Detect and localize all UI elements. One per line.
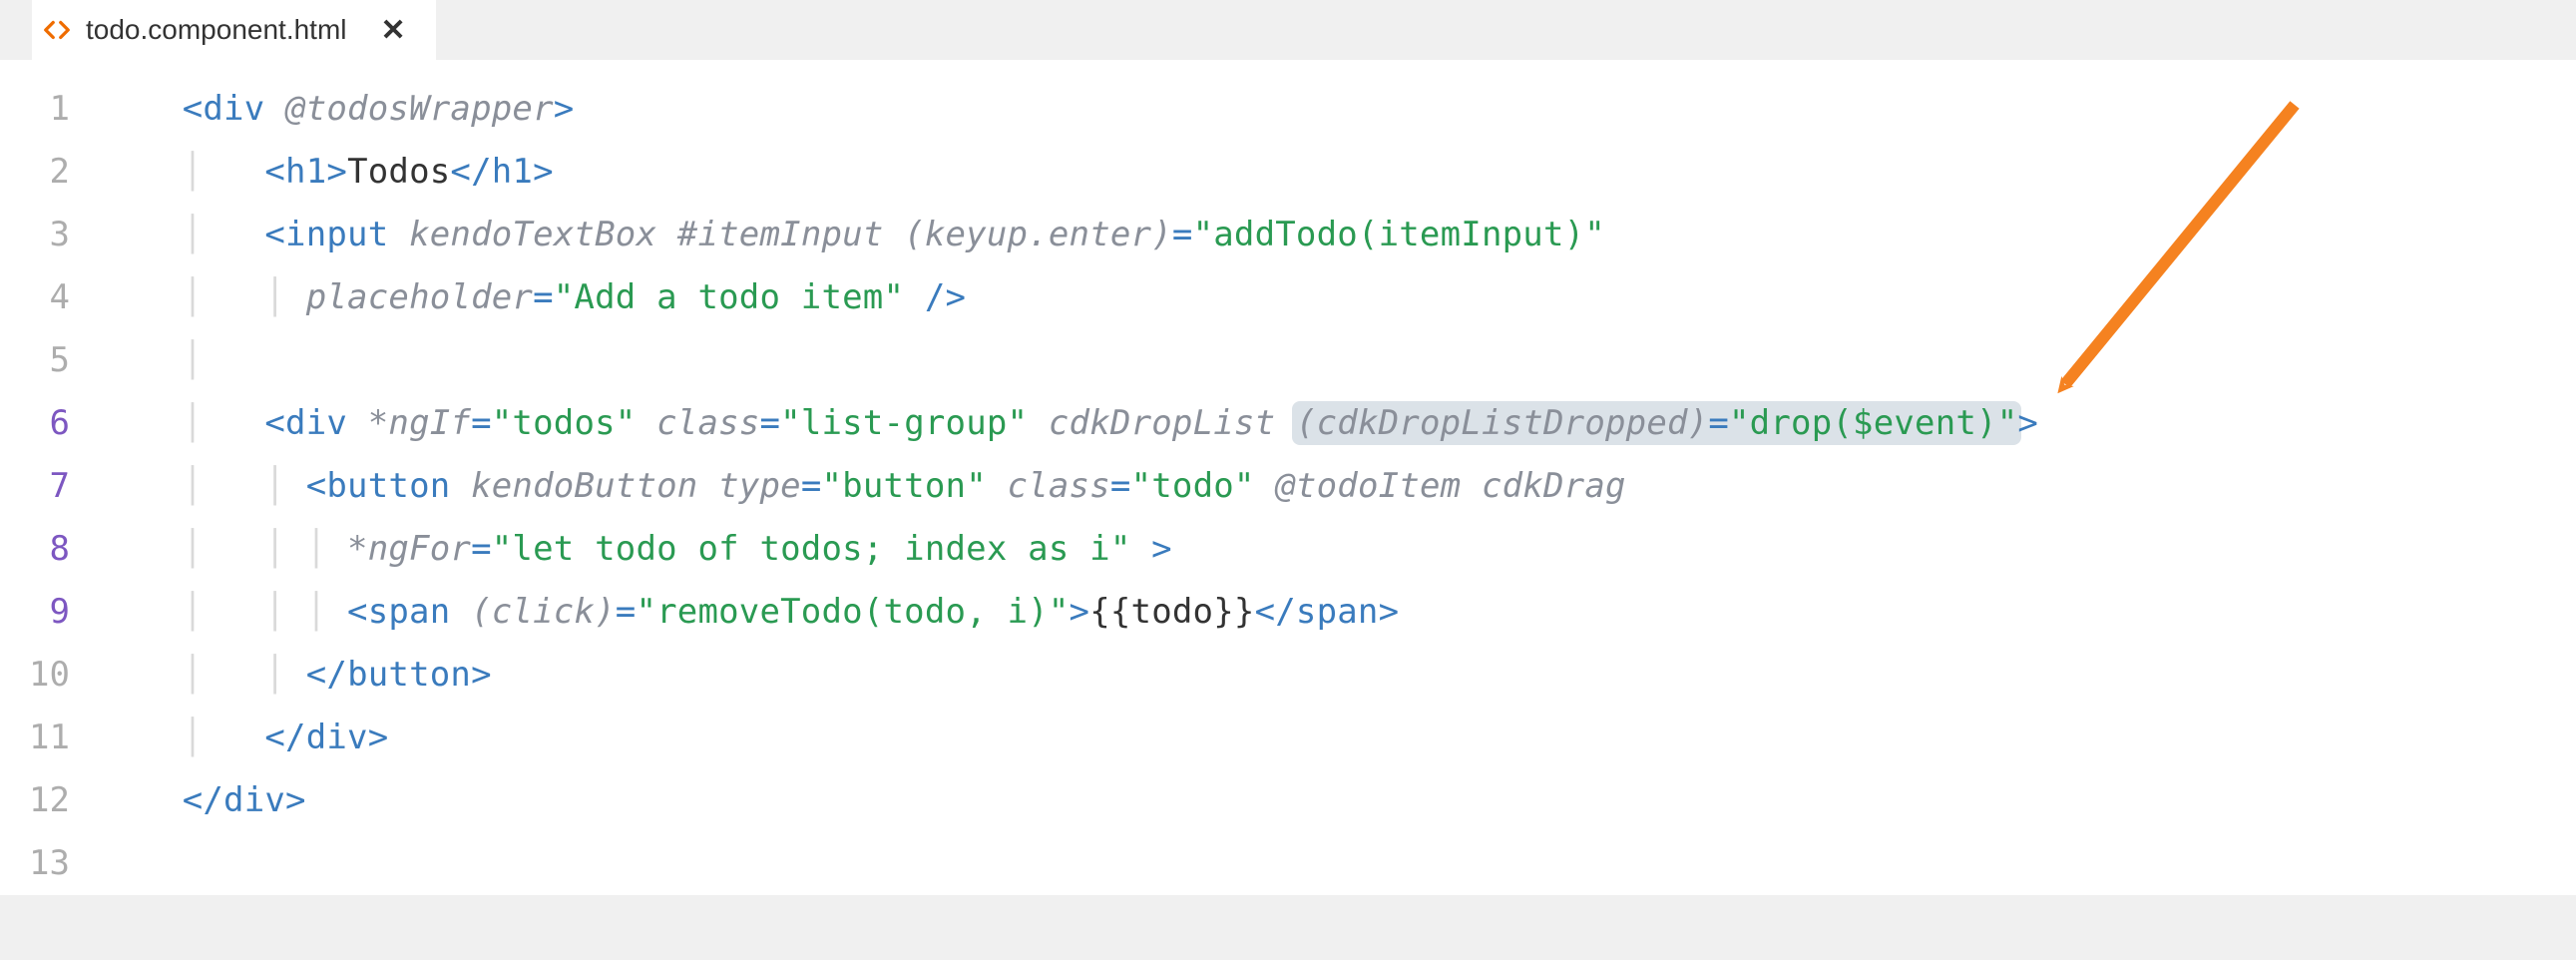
line-number: 7	[0, 455, 100, 518]
code-content: <div @todosWrapper>	[100, 78, 574, 141]
line-number: 12	[0, 769, 100, 832]
code-content: </div>	[100, 769, 306, 832]
code-editor[interactable]: 1 <div @todosWrapper> 2 │ <h1>Todos</h1>…	[0, 60, 2576, 895]
line-number: 2	[0, 141, 100, 204]
line-number: 5	[0, 329, 100, 392]
code-content: │	[100, 329, 203, 392]
file-tab[interactable]: todo.component.html ✕	[32, 0, 436, 60]
code-line: 11 │ </div>	[0, 707, 2576, 769]
code-content: │ <div *ngIf="todos" class="list-group" …	[100, 392, 2038, 455]
code-line: 12 </div>	[0, 769, 2576, 832]
code-line: 7 │ │ <button kendoButton type="button" …	[0, 455, 2576, 518]
line-number: 1	[0, 78, 100, 141]
code-content: │ │ </button>	[100, 644, 492, 707]
code-content: │ │ │ *ngFor="let todo of todos; index a…	[100, 518, 1172, 581]
code-content: │ <h1>Todos</h1>	[100, 141, 554, 204]
code-line: 9 │ │ │ <span (click)="removeTodo(todo, …	[0, 581, 2576, 644]
code-line: 10 │ │ </button>	[0, 644, 2576, 707]
tab-filename: todo.component.html	[86, 14, 347, 46]
code-content: │ │ │ <span (click)="removeTodo(todo, i)…	[100, 581, 1399, 644]
code-line: 4 │ │ placeholder="Add a todo item" />	[0, 266, 2576, 329]
code-line: 3 │ <input kendoTextBox #itemInput (keyu…	[0, 204, 2576, 266]
code-line: 5 │	[0, 329, 2576, 392]
code-content: │ │ <button kendoButton type="button" cl…	[100, 455, 1626, 518]
code-content: │ <input kendoTextBox #itemInput (keyup.…	[100, 204, 1605, 266]
code-line: 8 │ │ │ *ngFor="let todo of todos; index…	[0, 518, 2576, 581]
code-file-icon	[42, 15, 72, 45]
line-number: 10	[0, 644, 100, 707]
line-number: 13	[0, 832, 100, 895]
code-line: 13	[0, 832, 2576, 895]
line-number: 8	[0, 518, 100, 581]
code-line: 2 │ <h1>Todos</h1>	[0, 141, 2576, 204]
close-icon[interactable]: ✕	[381, 13, 406, 48]
line-number: 3	[0, 204, 100, 266]
line-number: 9	[0, 581, 100, 644]
code-line: 6 │ <div *ngIf="todos" class="list-group…	[0, 392, 2576, 455]
line-number: 6	[0, 392, 100, 455]
highlighted-code: (cdkDropListDropped)="drop($event)"	[1292, 401, 2021, 445]
code-content: │ │ placeholder="Add a todo item" />	[100, 266, 966, 329]
tab-bar: todo.component.html ✕	[0, 0, 2576, 60]
code-content: │ </div>	[100, 707, 388, 769]
line-number: 4	[0, 266, 100, 329]
code-line: 1 <div @todosWrapper>	[0, 78, 2576, 141]
line-number: 11	[0, 707, 100, 769]
